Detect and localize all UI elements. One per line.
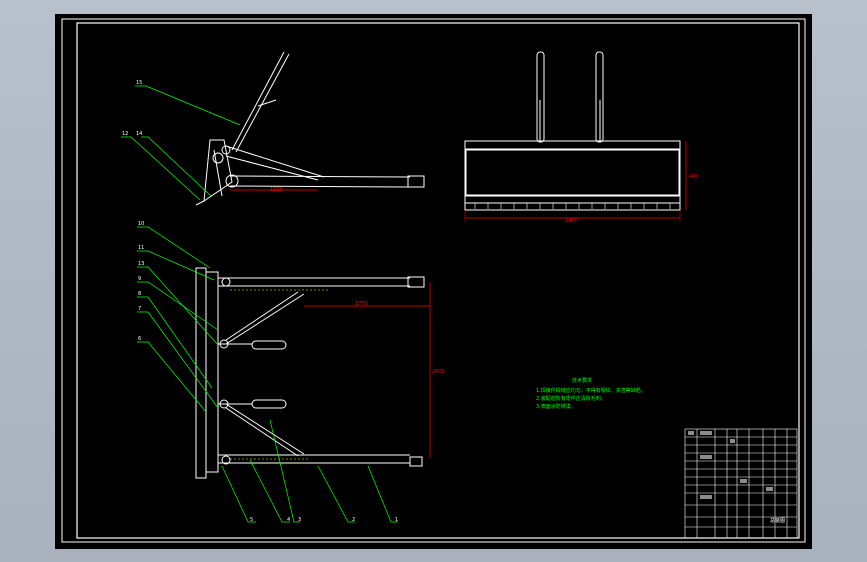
- balloon-4: 4: [287, 517, 290, 523]
- balloon-12: 12: [122, 131, 128, 137]
- tech-notes-title: 技术要求: [572, 377, 592, 384]
- balloon-15: 15: [136, 80, 142, 86]
- tech-notes: 技术要求 1.焊接件焊缝应均匀，不得有裂纹、夹渣等缺陷。 2.装配前所有零件应清…: [536, 377, 646, 410]
- tech-note-2: 2.装配前所有零件应清除毛刺。: [536, 395, 606, 402]
- balloon-3: 3: [298, 517, 301, 523]
- balloon-14: 14: [136, 131, 142, 137]
- balloon-2: 2: [352, 517, 355, 523]
- dim-side-length: 1500: [270, 187, 283, 193]
- front-view: [464, 51, 681, 211]
- balloon-1: 1: [395, 517, 398, 523]
- balloon-11: 11: [138, 245, 144, 251]
- title-block-sheet-name: 总装图: [770, 517, 785, 524]
- cad-drawing: 1500 2400 480 1700 2400 15 12 14 10 11 1…: [61, 18, 806, 543]
- dim-plan-width: 2400: [432, 369, 445, 375]
- balloon-6: 6: [138, 336, 141, 342]
- balloon-5: 5: [250, 517, 253, 523]
- balloon-8: 8: [138, 291, 141, 297]
- front-ticks: [474, 203, 671, 209]
- title-block-fill: [688, 431, 773, 499]
- dim-front-width: 2400: [565, 218, 578, 224]
- side-view: [195, 51, 425, 206]
- drawing-viewport[interactable]: 1500 2400 480 1700 2400 15 12 14 10 11 1…: [55, 14, 812, 549]
- balloon-9: 9: [138, 276, 141, 282]
- plan-hidden-lines: [230, 289, 330, 460]
- tech-note-3: 3.表面涂防锈漆。: [536, 403, 576, 410]
- balloon-10: 10: [138, 221, 144, 227]
- balloon-7: 7: [138, 306, 141, 312]
- dim-front-height: 480: [689, 174, 699, 180]
- side-dimension: 1500: [230, 187, 318, 193]
- balloon-13: 13: [138, 261, 144, 267]
- plan-dimensions: 1700 2400: [304, 282, 445, 458]
- tech-note-1: 1.焊接件焊缝应均匀，不得有裂纹、夹渣等缺陷。: [536, 387, 646, 394]
- dim-plan-length: 1700: [355, 301, 368, 307]
- plan-view: [195, 267, 425, 479]
